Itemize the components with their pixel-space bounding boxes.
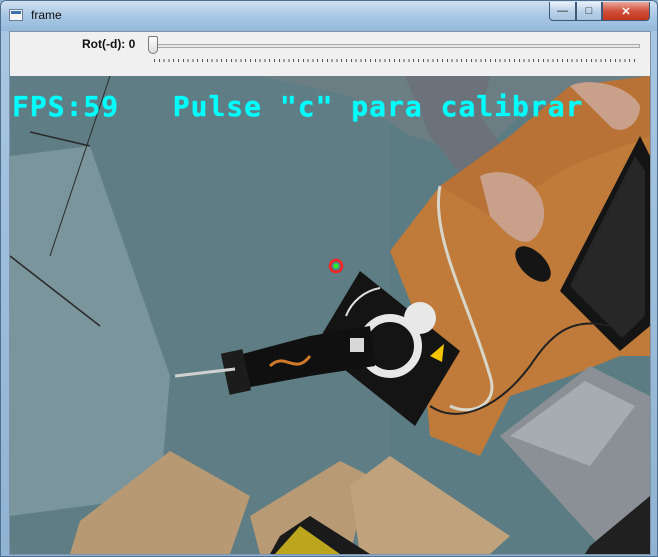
window-title: frame — [31, 8, 62, 22]
rotation-trackbar-thumb[interactable] — [148, 36, 158, 54]
rotation-trackbar-track[interactable] — [151, 44, 640, 48]
fps-counter: FPS:59 — [12, 90, 120, 123]
window-app-icon — [9, 9, 23, 21]
title-bar[interactable]: frame — □ ✕ — [1, 1, 657, 31]
rotation-trackbar-ticks — [154, 59, 638, 62]
camera-scene — [10, 76, 650, 554]
target-marker-center — [333, 263, 339, 269]
trackbar-panel: Rot(-d): 0 — [10, 32, 650, 76]
close-button[interactable]: ✕ — [602, 2, 650, 21]
window-client-area: Rot(-d): 0 FPS:59 Pulse "c" para calibra… — [9, 31, 651, 555]
camera-feed: FPS:59 Pulse "c" para calibrar — [10, 76, 650, 554]
overlay-text: FPS:59 Pulse "c" para calibrar — [12, 90, 583, 123]
rotation-trackbar-label: Rot(-d): 0 — [82, 37, 136, 51]
minimize-button[interactable]: — — [549, 2, 576, 21]
calibration-prompt: Pulse "c" para calibrar — [172, 90, 584, 123]
maximize-button[interactable]: □ — [576, 2, 602, 21]
frame-window: frame — □ ✕ Rot(-d): 0 FPS:59 Pulse "c" … — [0, 0, 658, 557]
